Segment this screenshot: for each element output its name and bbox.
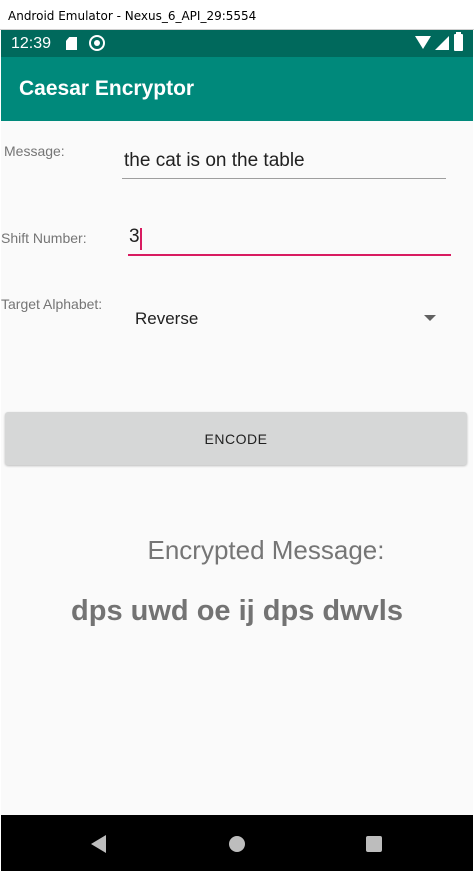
app-title: Caesar Encryptor bbox=[19, 77, 195, 100]
sd-card-icon bbox=[66, 37, 77, 50]
battery-icon bbox=[454, 32, 463, 51]
encode-button[interactable]: ENCODE bbox=[5, 412, 467, 465]
sync-icon bbox=[89, 35, 105, 51]
message-input[interactable]: the cat is on the table bbox=[122, 148, 446, 179]
signal-icon bbox=[435, 36, 449, 50]
shift-number-input[interactable]: 3 bbox=[128, 224, 451, 256]
target-alphabet-value: Reverse bbox=[135, 309, 199, 328]
target-alphabet-select[interactable]: Reverse bbox=[127, 300, 447, 338]
text-cursor bbox=[140, 228, 142, 250]
encrypted-message-heading: Encrypted Message: bbox=[147, 535, 385, 565]
wifi-icon bbox=[415, 36, 431, 49]
recents-icon[interactable] bbox=[366, 836, 382, 852]
message-label: Message: bbox=[4, 143, 65, 159]
app-bar: Caesar Encryptor bbox=[1, 57, 473, 121]
device-screen: 12:39 Caesar Encryptor Message: the cat … bbox=[1, 30, 473, 871]
chevron-down-icon[interactable] bbox=[424, 315, 436, 321]
shift-number-label: Shift Number: bbox=[1, 230, 87, 246]
encrypted-message-text: dps uwd oe ij dps dwvls bbox=[71, 595, 403, 627]
status-time: 12:39 bbox=[11, 35, 52, 52]
status-bar: 12:39 bbox=[1, 30, 473, 57]
target-alphabet-label: Target Alphabet: bbox=[1, 296, 103, 312]
home-icon[interactable] bbox=[229, 836, 245, 852]
window-title: Android Emulator - Nexus_6_API_29:5554 bbox=[0, 0, 474, 30]
navigation-bar bbox=[1, 815, 473, 871]
back-icon[interactable] bbox=[91, 835, 106, 853]
